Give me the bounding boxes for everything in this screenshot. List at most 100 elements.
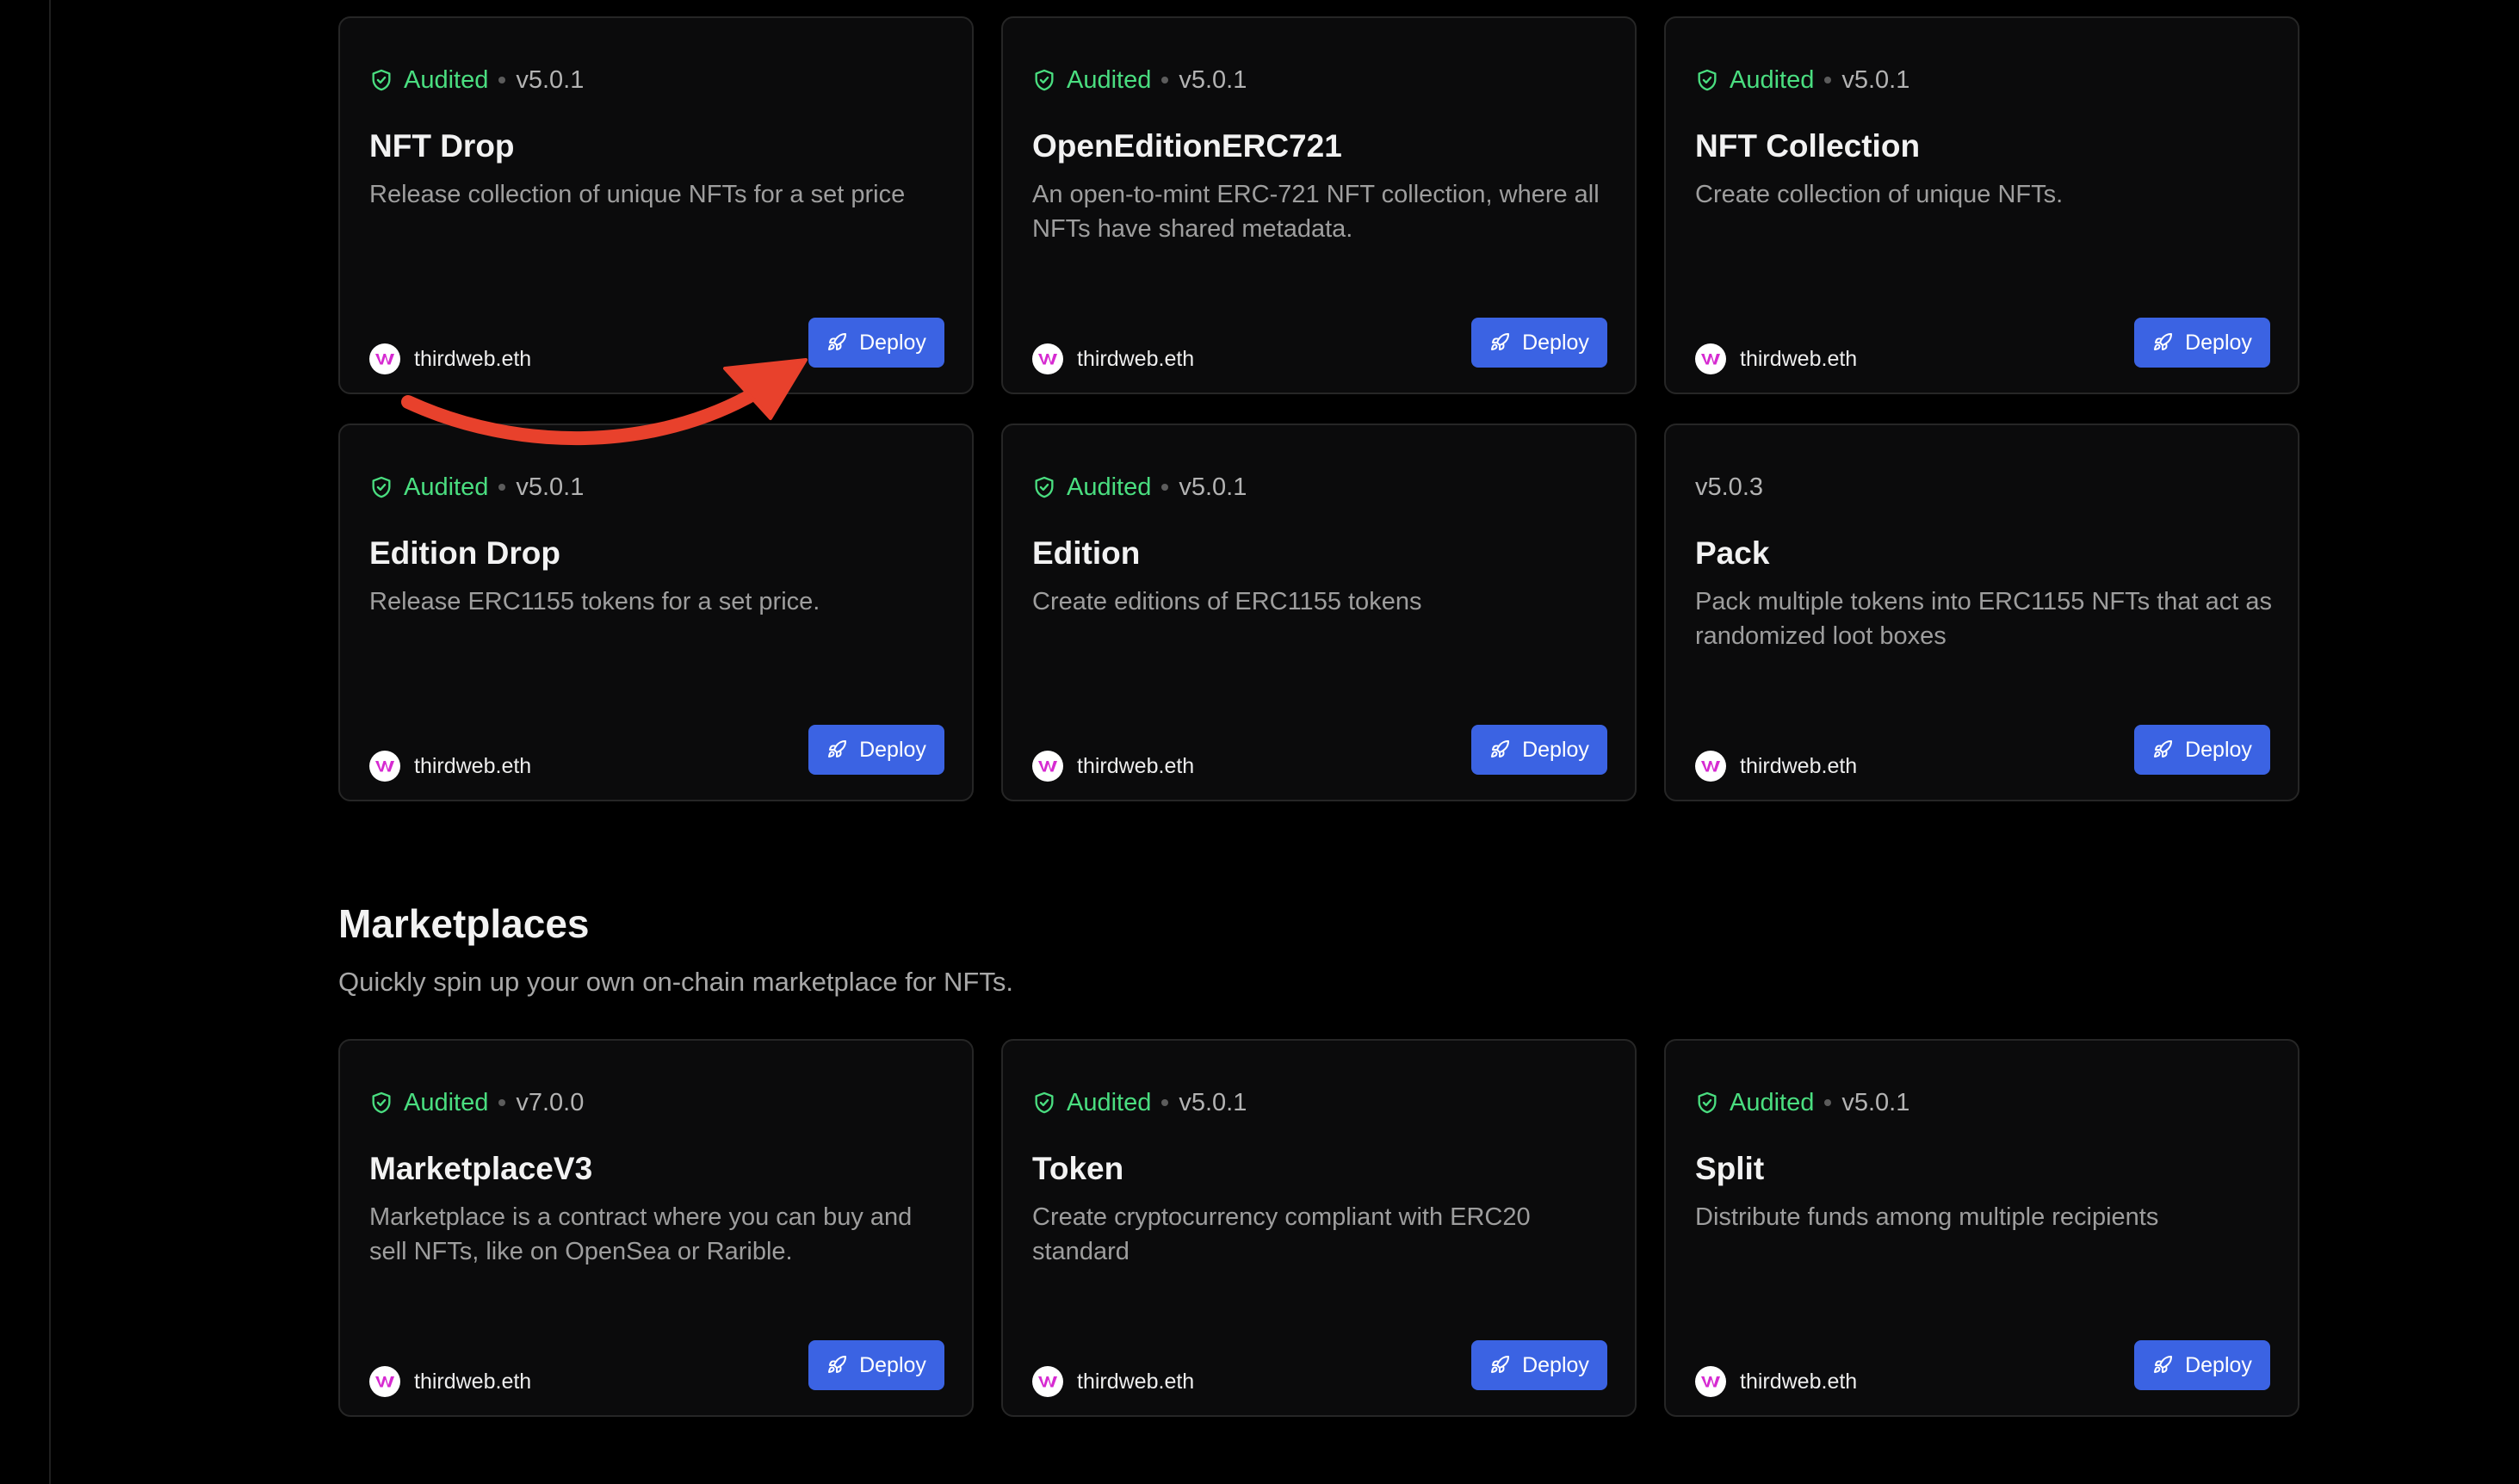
- publisher[interactable]: thirdweb.eth: [1695, 751, 1857, 782]
- shield-check-icon: [1698, 1091, 1717, 1114]
- version-label: v5.0.1: [1179, 66, 1247, 94]
- audited-badge: Audited: [1032, 470, 1151, 504]
- deploy-button[interactable]: Deploy: [2134, 318, 2270, 368]
- publisher-name: thirdweb.eth: [414, 346, 532, 371]
- rocket-icon: [1491, 739, 1510, 757]
- contract-card-split[interactable]: Audited v5.0.1 Split Distribute funds am…: [1664, 1039, 2299, 1417]
- thirdweb-logo-icon: [369, 751, 400, 782]
- publisher-name: thirdweb.eth: [1077, 753, 1195, 778]
- audited-badge: Audited: [1695, 63, 1814, 97]
- audited-badge: Audited: [369, 1085, 488, 1120]
- audited-badge: Audited: [1032, 63, 1151, 97]
- separator-dot: [1161, 1099, 1169, 1106]
- rocket-icon: [2154, 332, 2173, 350]
- deploy-button[interactable]: Deploy: [2134, 725, 2270, 775]
- card-meta: Audited v5.0.1: [1032, 63, 1247, 97]
- card-meta: Audited v5.0.1: [1695, 63, 1909, 97]
- deploy-label: Deploy: [859, 737, 926, 762]
- separator-dot: [1824, 77, 1832, 83]
- card-meta: Audited v5.0.1: [369, 470, 584, 504]
- publisher-name: thirdweb.eth: [1740, 346, 1858, 371]
- contract-card-marketplace-v3[interactable]: Audited v7.0.0 MarketplaceV3 Marketplace…: [338, 1039, 974, 1417]
- audited-badge: Audited: [1032, 1085, 1151, 1120]
- card-description: Release collection of unique NFTs for a …: [369, 181, 906, 208]
- publisher-name: thirdweb.eth: [414, 1369, 532, 1394]
- card-description: Create editions of ERC1155 tokens: [1032, 588, 1422, 615]
- publisher[interactable]: thirdweb.eth: [1032, 343, 1194, 374]
- audited-label: Audited: [404, 1089, 489, 1116]
- audited-label: Audited: [1067, 1089, 1152, 1116]
- deploy-label: Deploy: [2185, 737, 2252, 762]
- shield-check-icon: [1035, 1091, 1054, 1114]
- version-label: v5.0.1: [516, 473, 585, 501]
- audited-label: Audited: [1730, 1089, 1815, 1116]
- card-description: Pack multiple tokens into ERC1155 NFTs t…: [1695, 588, 2272, 650]
- thirdweb-logo-icon: [1032, 343, 1063, 374]
- deploy-button[interactable]: Deploy: [2134, 1340, 2270, 1390]
- version-label: v5.0.1: [1841, 1089, 1910, 1116]
- card-meta: Audited v5.0.1: [1695, 1085, 1909, 1120]
- publisher[interactable]: thirdweb.eth: [369, 343, 531, 374]
- contract-grid: Audited v5.0.1 NFT Drop Release collecti…: [338, 16, 2299, 801]
- deploy-button[interactable]: Deploy: [808, 1340, 944, 1390]
- deploy-label: Deploy: [859, 1352, 926, 1377]
- thirdweb-logo-icon: [1032, 1366, 1063, 1397]
- thirdweb-logo-icon: [1032, 751, 1063, 782]
- publisher[interactable]: thirdweb.eth: [369, 1366, 531, 1397]
- deploy-button[interactable]: Deploy: [1471, 1340, 1607, 1390]
- contract-card-token[interactable]: Audited v5.0.1 Token Create cryptocurren…: [1001, 1039, 1637, 1417]
- card-title: OpenEditionERC721: [1032, 128, 1342, 164]
- publisher[interactable]: thirdweb.eth: [1032, 751, 1194, 782]
- card-description: Create collection of unique NFTs.: [1695, 181, 2064, 208]
- thirdweb-logo-icon: [369, 343, 400, 374]
- card-meta: Audited v5.0.1: [369, 63, 584, 97]
- publisher-name: thirdweb.eth: [1077, 1369, 1195, 1394]
- deploy-button[interactable]: Deploy: [808, 725, 944, 775]
- deploy-button[interactable]: Deploy: [1471, 725, 1607, 775]
- card-description: Marketplace is a contract where you can …: [369, 1203, 913, 1265]
- card-meta: Audited v5.0.1: [1032, 1085, 1247, 1120]
- shield-check-icon: [1035, 69, 1054, 91]
- version-label: v5.0.1: [516, 66, 585, 94]
- deploy-label: Deploy: [2185, 330, 2252, 355]
- separator-dot: [498, 484, 506, 491]
- deploy-button[interactable]: Deploy: [808, 318, 944, 368]
- publisher[interactable]: thirdweb.eth: [1032, 1366, 1194, 1397]
- card-title: Split: [1695, 1151, 1765, 1186]
- rocket-icon: [1491, 1355, 1510, 1373]
- separator-dot: [1161, 484, 1169, 491]
- publisher[interactable]: thirdweb.eth: [1695, 343, 1857, 374]
- card-title: Pack: [1695, 535, 1770, 571]
- separator-dot: [498, 77, 506, 83]
- audited-label: Audited: [404, 473, 489, 501]
- card-description: Create cryptocurrency compliant with ERC…: [1032, 1203, 1531, 1265]
- rocket-icon: [2154, 1355, 2173, 1373]
- separator-dot: [1824, 1099, 1832, 1106]
- rocket-icon: [828, 739, 847, 757]
- card-title: Edition Drop: [369, 535, 560, 571]
- publisher[interactable]: thirdweb.eth: [1695, 1366, 1857, 1397]
- card-title: NFT Collection: [1695, 128, 1921, 164]
- shield-check-icon: [372, 1091, 391, 1114]
- version-label: v5.0.1: [1179, 1089, 1247, 1116]
- contract-card-pack[interactable]: v5.0.3 Pack Pack multiple tokens into ER…: [1664, 424, 2299, 801]
- contract-card-open-edition-erc721[interactable]: Audited v5.0.1 OpenEditionERC721 An open…: [1001, 16, 1637, 394]
- version-label: v5.0.1: [1179, 473, 1247, 501]
- shield-check-icon: [1035, 476, 1054, 498]
- rocket-icon: [1491, 332, 1510, 350]
- card-meta: v5.0.3: [1695, 470, 1763, 504]
- contract-card-nft-collection[interactable]: Audited v5.0.1 NFT Collection Create col…: [1664, 16, 2299, 394]
- audited-badge: Audited: [369, 470, 488, 504]
- thirdweb-logo-icon: [1695, 343, 1726, 374]
- publisher-name: thirdweb.eth: [414, 753, 532, 778]
- contract-card-edition-drop[interactable]: Audited v5.0.1 Edition Drop Release ERC1…: [338, 424, 974, 801]
- card-meta: Audited v7.0.0: [369, 1085, 584, 1120]
- contract-card-edition[interactable]: Audited v5.0.1 Edition Create editions o…: [1001, 424, 1637, 801]
- thirdweb-logo-icon: [1695, 751, 1726, 782]
- contract-card-nft-drop[interactable]: Audited v5.0.1 NFT Drop Release collecti…: [338, 16, 974, 394]
- deploy-button[interactable]: Deploy: [1471, 318, 1607, 368]
- publisher[interactable]: thirdweb.eth: [369, 751, 531, 782]
- thirdweb-logo-icon: [1695, 1366, 1726, 1397]
- shield-check-icon: [372, 69, 391, 91]
- rocket-icon: [2154, 739, 2173, 757]
